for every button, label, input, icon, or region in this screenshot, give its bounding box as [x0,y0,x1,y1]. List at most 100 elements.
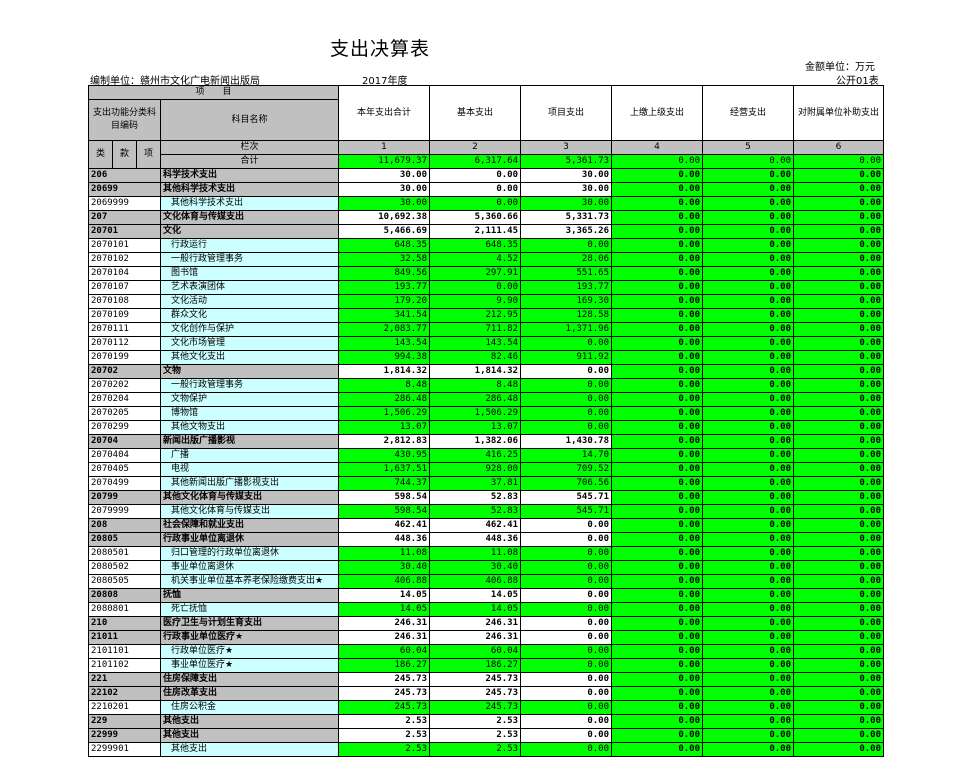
total-value: 11,679.37 [338,154,431,169]
row-value: 0.00 [611,630,704,645]
row-value: 0.00 [793,532,885,547]
row-value: 0.00 [793,742,885,757]
row-value: 648.35 [429,238,522,253]
col-header-basic: 基本支出 [429,85,522,141]
row-value: 0.00 [702,476,795,491]
row-value: 30.00 [338,182,431,197]
table-row: 2070107 艺术表演团体 193.77 0.00 193.77 0.00 0.00 0.0… [88,280,885,295]
row-value: 0.00 [793,336,885,351]
row-value: 128.58 [520,308,613,323]
row-name: 文化创作与保护 [159,322,340,337]
row-value: 0.00 [520,518,613,533]
row-value: 2.53 [338,742,431,757]
row-value: 0.00 [611,294,704,309]
row-value: 341.54 [338,308,431,323]
row-value: 0.00 [702,294,795,309]
row-code: 2080505 [88,574,161,589]
row-code: 2080801 [88,602,161,617]
row-code: 20701 [88,224,161,239]
row-value: 179.20 [338,294,431,309]
row-value: 52.83 [429,490,522,505]
row-value: 32.58 [338,252,431,267]
table-row: 2070202 一般行政管理事务 8.48 8.48 0.00 0.00 0.00 0.00 [88,378,885,393]
table-row: 2070404 广播 430.95 416.25 14.70 0.00 0.00 0.00 [88,448,885,463]
row-value: 0.00 [702,504,795,519]
row-value: 0.00 [702,336,795,351]
table-row: 20808 抚恤 14.05 14.05 0.00 0.00 0.00 0.00 [88,588,885,603]
row-value: 0.00 [793,210,885,225]
row-code: 2070404 [88,448,161,463]
row-value: 0.00 [611,252,704,267]
row-value: 0.00 [793,168,885,183]
row-code: 2070405 [88,462,161,477]
row-value: 0.00 [611,714,704,729]
row-value: 245.73 [429,686,522,701]
row-value: 0.00 [702,588,795,603]
row-code: 2069999 [88,196,161,211]
row-value: 193.77 [520,280,613,295]
row-name: 科学技术支出 [159,168,340,183]
row-value: 0.00 [520,406,613,421]
row-code: 20799 [88,490,161,505]
col-num: 1 [338,140,431,155]
row-name: 文物保护 [159,392,340,407]
row-value: 0.00 [611,644,704,659]
table-row: 2101101 行政单位医疗★ 60.04 60.04 0.00 0.00 0.00 0.00 [88,644,885,659]
row-value: 0.00 [702,532,795,547]
row-value: 169.30 [520,294,613,309]
row-value: 711.82 [429,322,522,337]
row-value: 0.00 [793,518,885,533]
row-name: 其他文物支出 [159,420,340,435]
row-code: 20704 [88,434,161,449]
row-value: 1,506.29 [429,406,522,421]
row-value: 0.00 [520,602,613,617]
row-name: 行政运行 [159,238,340,253]
row-value: 0.00 [793,574,885,589]
row-value: 245.73 [429,672,522,687]
row-value: 448.36 [429,532,522,547]
row-value: 0.00 [611,350,704,365]
row-value: 0.00 [793,728,885,743]
row-value: 0.00 [520,644,613,659]
row-value: 0.00 [702,728,795,743]
row-value: 0.00 [520,630,613,645]
row-name: 行政单位医疗★ [159,644,340,659]
col-num: 6 [793,140,885,155]
row-value: 0.00 [793,714,885,729]
row-value: 0.00 [611,434,704,449]
table-row: 20701 文化 5,466.69 2,111.45 3,365.26 0.00 0.00 0… [88,224,885,239]
row-value: 0.00 [611,476,704,491]
table-row: 20704 新闻出版广播影视 2,812.83 1,382.06 1,430.78 0.0… [88,434,885,449]
row-code: 20805 [88,532,161,547]
amount-unit-label: 金额单位：万元 [805,62,875,73]
row-value: 0.00 [611,364,704,379]
row-value: 0.00 [702,406,795,421]
total-label: 合计 [159,154,340,169]
row-code: 2070101 [88,238,161,253]
row-code: 2299901 [88,742,161,757]
col-header-project: 项目支出 [520,85,613,141]
row-value: 0.00 [793,700,885,715]
col-num: 4 [611,140,704,155]
row-value: 28.06 [520,252,613,267]
row-value: 0.00 [429,280,522,295]
row-name: 行政事业单位离退休 [159,532,340,547]
row-value: 462.41 [338,518,431,533]
row-value: 246.31 [429,630,522,645]
row-value: 598.54 [338,504,431,519]
row-value: 0.00 [611,742,704,757]
row-value: 3,365.26 [520,224,613,239]
table-row: 2080801 死亡抚恤 14.05 14.05 0.00 0.00 0.00 0.00 [88,602,885,617]
row-value: 0.00 [611,266,704,281]
row-name: 抚恤 [159,588,340,603]
row-code: 206 [88,168,161,183]
row-name: 广播 [159,448,340,463]
table-row: 210 医疗卫生与计划生育支出 246.31 246.31 0.00 0.00 0.00 0.… [88,616,885,631]
row-name: 住房改革支出 [159,686,340,701]
row-value: 1,506.29 [338,406,431,421]
row-value: 0.00 [611,392,704,407]
row-value: 2.53 [429,714,522,729]
row-value: 0.00 [611,672,704,687]
row-code: 2080502 [88,560,161,575]
code-col-header: 支出功能分类科目编码 [88,99,161,141]
